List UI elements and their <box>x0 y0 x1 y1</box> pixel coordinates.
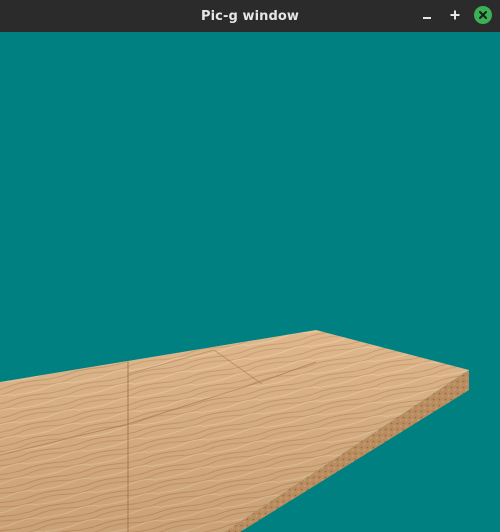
maximize-button[interactable] <box>446 6 464 24</box>
close-icon <box>479 11 487 19</box>
close-button[interactable] <box>474 6 492 24</box>
minimize-button[interactable] <box>418 6 436 24</box>
maximize-icon <box>450 10 460 20</box>
app-window: Pic-g window <box>0 0 500 532</box>
window-controls <box>418 6 492 24</box>
title-bar[interactable]: Pic-g window <box>0 0 500 32</box>
window-title: Pic-g window <box>200 8 300 24</box>
minimize-icon <box>423 17 431 19</box>
render-viewport[interactable] <box>0 32 500 532</box>
scene-canvas <box>0 330 469 532</box>
